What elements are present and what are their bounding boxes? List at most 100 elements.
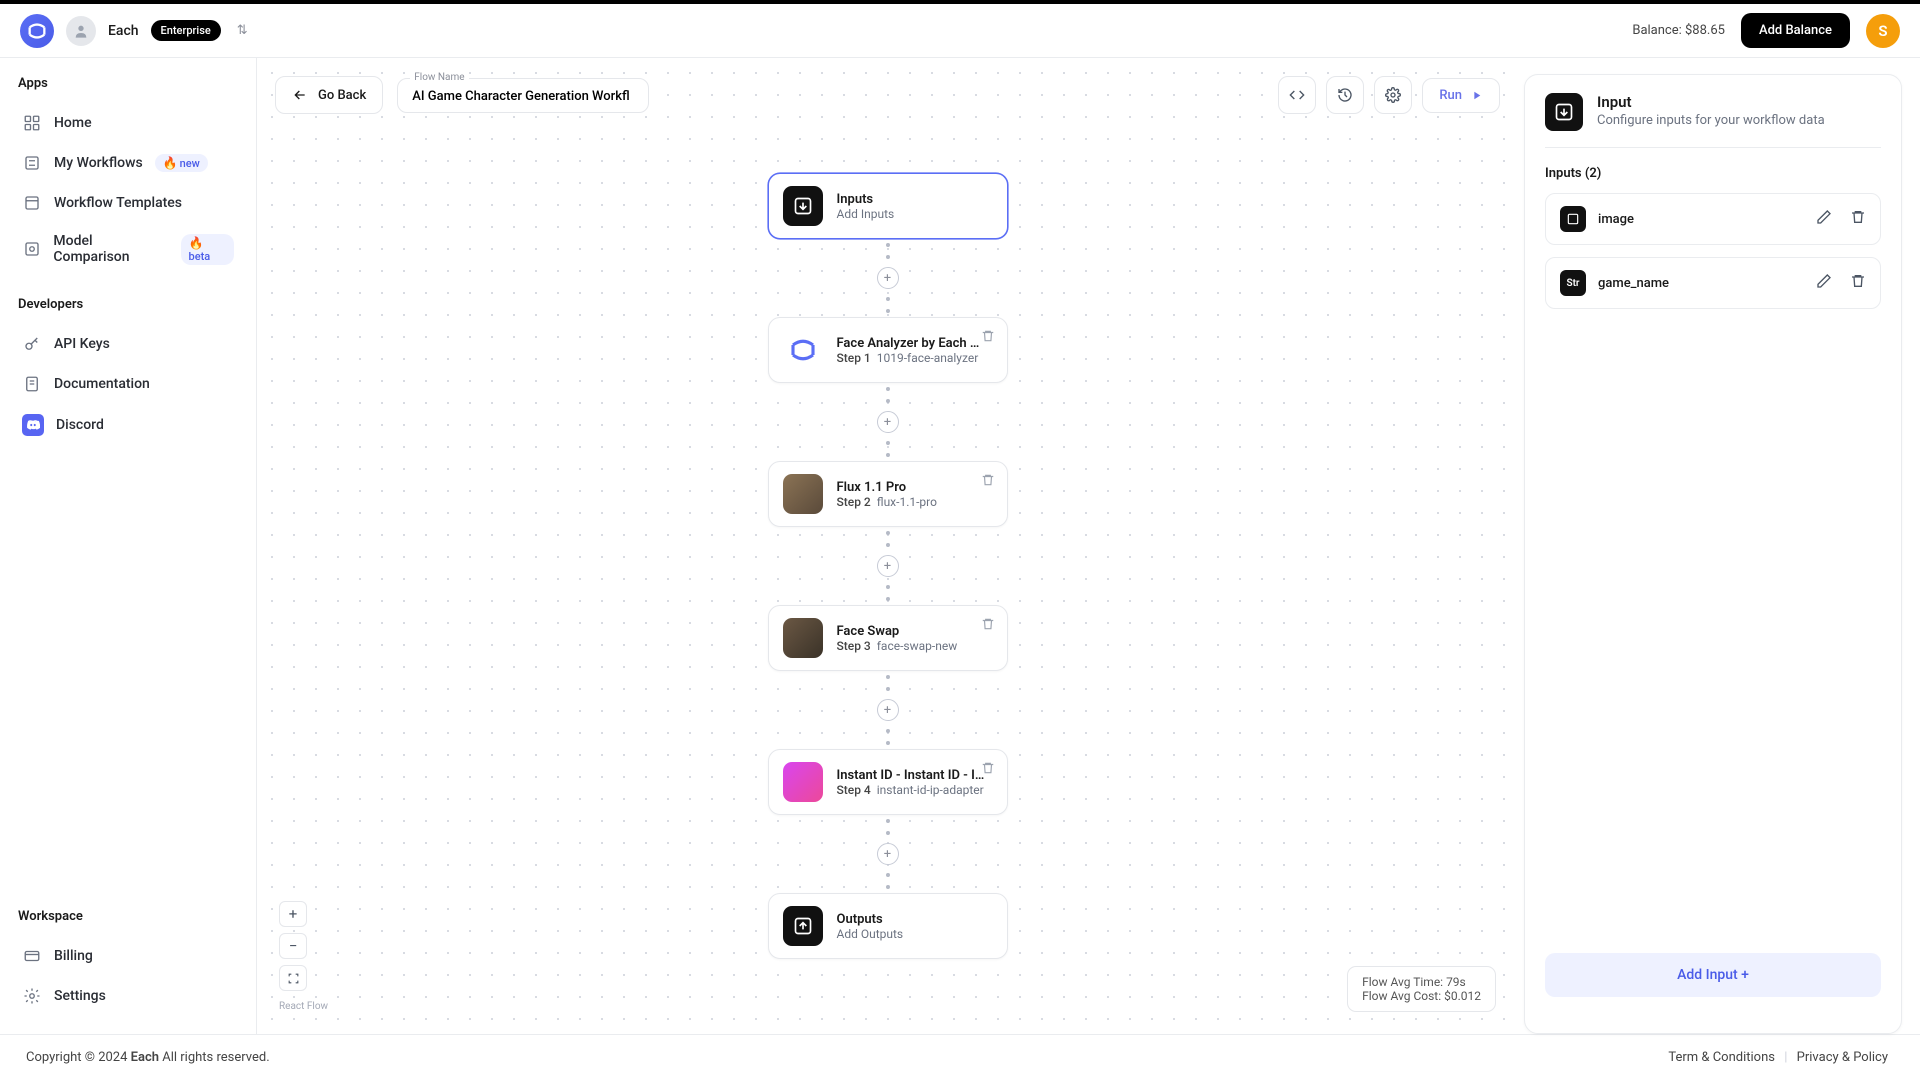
step-slug: flux-1.1-pro bbox=[877, 495, 937, 509]
go-back-label: Go Back bbox=[318, 88, 366, 103]
node-title: Outputs bbox=[837, 912, 904, 927]
sidebar-item-label: API Keys bbox=[54, 336, 110, 352]
flow-stats: Flow Avg Time: 79s Flow Avg Cost: $0.012 bbox=[1347, 966, 1496, 1012]
sidebar-item-label: Model Comparison bbox=[53, 233, 168, 265]
add-step-button[interactable]: + bbox=[877, 843, 899, 865]
outputs-icon bbox=[783, 906, 823, 946]
sidebar-item-home[interactable]: Home bbox=[14, 103, 242, 143]
node-outputs[interactable]: Outputs Add Outputs bbox=[768, 893, 1008, 959]
add-step-button[interactable]: + bbox=[877, 411, 899, 433]
sidebar-item-documentation[interactable]: Documentation bbox=[14, 364, 242, 404]
node-sub: Add Inputs bbox=[837, 207, 895, 221]
add-balance-button[interactable]: Add Balance bbox=[1741, 13, 1850, 48]
settings-icon bbox=[22, 986, 42, 1006]
code-button[interactable] bbox=[1278, 76, 1316, 114]
new-badge: 🔥new bbox=[155, 154, 208, 172]
sidebar-item-label: My Workflows bbox=[54, 155, 143, 171]
billing-icon bbox=[22, 946, 42, 966]
step-slug: instant-id-ip-adapter bbox=[877, 783, 984, 797]
run-label: Run bbox=[1439, 88, 1462, 103]
sidebar-item-label: Billing bbox=[54, 948, 93, 964]
sidebar-item-model-comparison[interactable]: Model Comparison 🔥beta bbox=[14, 223, 242, 275]
delete-icon[interactable] bbox=[1850, 273, 1866, 293]
add-step-button[interactable]: + bbox=[877, 267, 899, 289]
delete-icon[interactable] bbox=[1850, 209, 1866, 229]
section-workspace: Workspace bbox=[14, 909, 242, 924]
add-step-button[interactable]: + bbox=[877, 699, 899, 721]
node-step3[interactable]: Face Swap Step 3 face-swap-new bbox=[768, 605, 1008, 671]
sidebar-item-billing[interactable]: Billing bbox=[14, 936, 242, 976]
node-title: Face Swap bbox=[837, 624, 958, 639]
step3-icon bbox=[783, 618, 823, 658]
brand-logo[interactable] bbox=[20, 14, 54, 48]
home-icon bbox=[22, 113, 42, 133]
sidebar-item-settings[interactable]: Settings bbox=[14, 976, 242, 1016]
go-back-button[interactable]: Go Back bbox=[275, 76, 383, 114]
step-slug: face-swap-new bbox=[877, 639, 957, 653]
node-title: Inputs bbox=[837, 192, 895, 207]
fit-view-button[interactable] bbox=[279, 965, 307, 991]
step4-icon bbox=[783, 762, 823, 802]
input-name: game_name bbox=[1598, 276, 1798, 291]
panel-title: Input bbox=[1597, 93, 1825, 111]
org-switcher-icon[interactable]: ⇅ bbox=[237, 23, 248, 38]
type-badge-string: Str bbox=[1560, 270, 1586, 296]
privacy-link[interactable]: Privacy & Policy bbox=[1797, 1050, 1888, 1065]
discord-icon bbox=[22, 414, 44, 436]
node-inputs[interactable]: Inputs Add Inputs bbox=[768, 173, 1008, 239]
step-label: Step 3 bbox=[837, 639, 871, 653]
key-icon bbox=[22, 334, 42, 354]
sidebar-item-discord[interactable]: Discord bbox=[14, 404, 242, 446]
panel-desc: Configure inputs for your workflow data bbox=[1597, 113, 1825, 128]
section-apps: Apps bbox=[14, 76, 242, 91]
step-label: Step 4 bbox=[837, 783, 871, 797]
inputs-section-title: Inputs (2) bbox=[1545, 166, 1881, 181]
input-row-image[interactable]: image bbox=[1545, 193, 1881, 245]
step-slug: 1019-face-analyzer bbox=[877, 351, 979, 365]
flow-avg-cost: Flow Avg Cost: $0.012 bbox=[1362, 989, 1481, 1003]
node-title: Face Analyzer by Each AI by bbox=[837, 336, 987, 351]
sidebar-item-label: Workflow Templates bbox=[54, 195, 182, 211]
sidebar-item-my-workflows[interactable]: My Workflows 🔥new bbox=[14, 143, 242, 183]
delete-icon[interactable] bbox=[981, 760, 995, 779]
delete-icon[interactable] bbox=[981, 328, 995, 347]
react-flow-label: React Flow bbox=[279, 1001, 328, 1012]
edit-icon[interactable] bbox=[1816, 273, 1832, 293]
delete-icon[interactable] bbox=[981, 616, 995, 635]
org-name[interactable]: Each bbox=[108, 23, 139, 39]
zoom-out-button[interactable]: − bbox=[279, 933, 307, 959]
step-label: Step 2 bbox=[837, 495, 871, 509]
templates-icon bbox=[22, 193, 42, 213]
add-input-button[interactable]: Add Input + bbox=[1545, 953, 1881, 997]
flow-name-input[interactable] bbox=[412, 89, 634, 104]
run-button[interactable]: Run bbox=[1422, 78, 1500, 113]
terms-link[interactable]: Term & Conditions bbox=[1668, 1050, 1775, 1065]
node-step2[interactable]: Flux 1.1 Pro Step 2 flux-1.1-pro bbox=[768, 461, 1008, 527]
delete-icon[interactable] bbox=[981, 472, 995, 491]
avatar[interactable]: S bbox=[1866, 14, 1900, 48]
flow-name-label: Flow Name bbox=[410, 72, 468, 83]
tier-badge: Enterprise bbox=[151, 20, 221, 41]
sidebar-item-label: Home bbox=[54, 115, 92, 131]
sidebar-item-workflow-templates[interactable]: Workflow Templates bbox=[14, 183, 242, 223]
edit-icon[interactable] bbox=[1816, 209, 1832, 229]
node-step1[interactable]: Face Analyzer by Each AI by Step 11019-f… bbox=[768, 317, 1008, 383]
node-step4[interactable]: Instant ID - Instant ID - Ins Step 4 inst… bbox=[768, 749, 1008, 815]
settings-button[interactable] bbox=[1374, 76, 1412, 114]
divider: | bbox=[1784, 1050, 1787, 1065]
sidebar-item-label: Documentation bbox=[54, 376, 150, 392]
node-title: Flux 1.1 Pro bbox=[837, 480, 937, 495]
flow-name-field[interactable]: Flow Name bbox=[397, 78, 649, 113]
zoom-in-button[interactable]: + bbox=[279, 901, 307, 927]
copyright: Copyright © 2024 Each All rights reserve… bbox=[26, 1050, 270, 1065]
user-icon bbox=[66, 16, 96, 46]
beta-badge: 🔥beta bbox=[181, 234, 234, 265]
balance-label: Balance: $88.65 bbox=[1632, 23, 1725, 38]
section-developers: Developers bbox=[14, 297, 242, 312]
sidebar-item-label: Settings bbox=[54, 988, 106, 1004]
node-title: Instant ID - Instant ID - Ins bbox=[837, 768, 987, 783]
history-button[interactable] bbox=[1326, 76, 1364, 114]
add-step-button[interactable]: + bbox=[877, 555, 899, 577]
input-row-game-name[interactable]: Str game_name bbox=[1545, 257, 1881, 309]
sidebar-item-api-keys[interactable]: API Keys bbox=[14, 324, 242, 364]
